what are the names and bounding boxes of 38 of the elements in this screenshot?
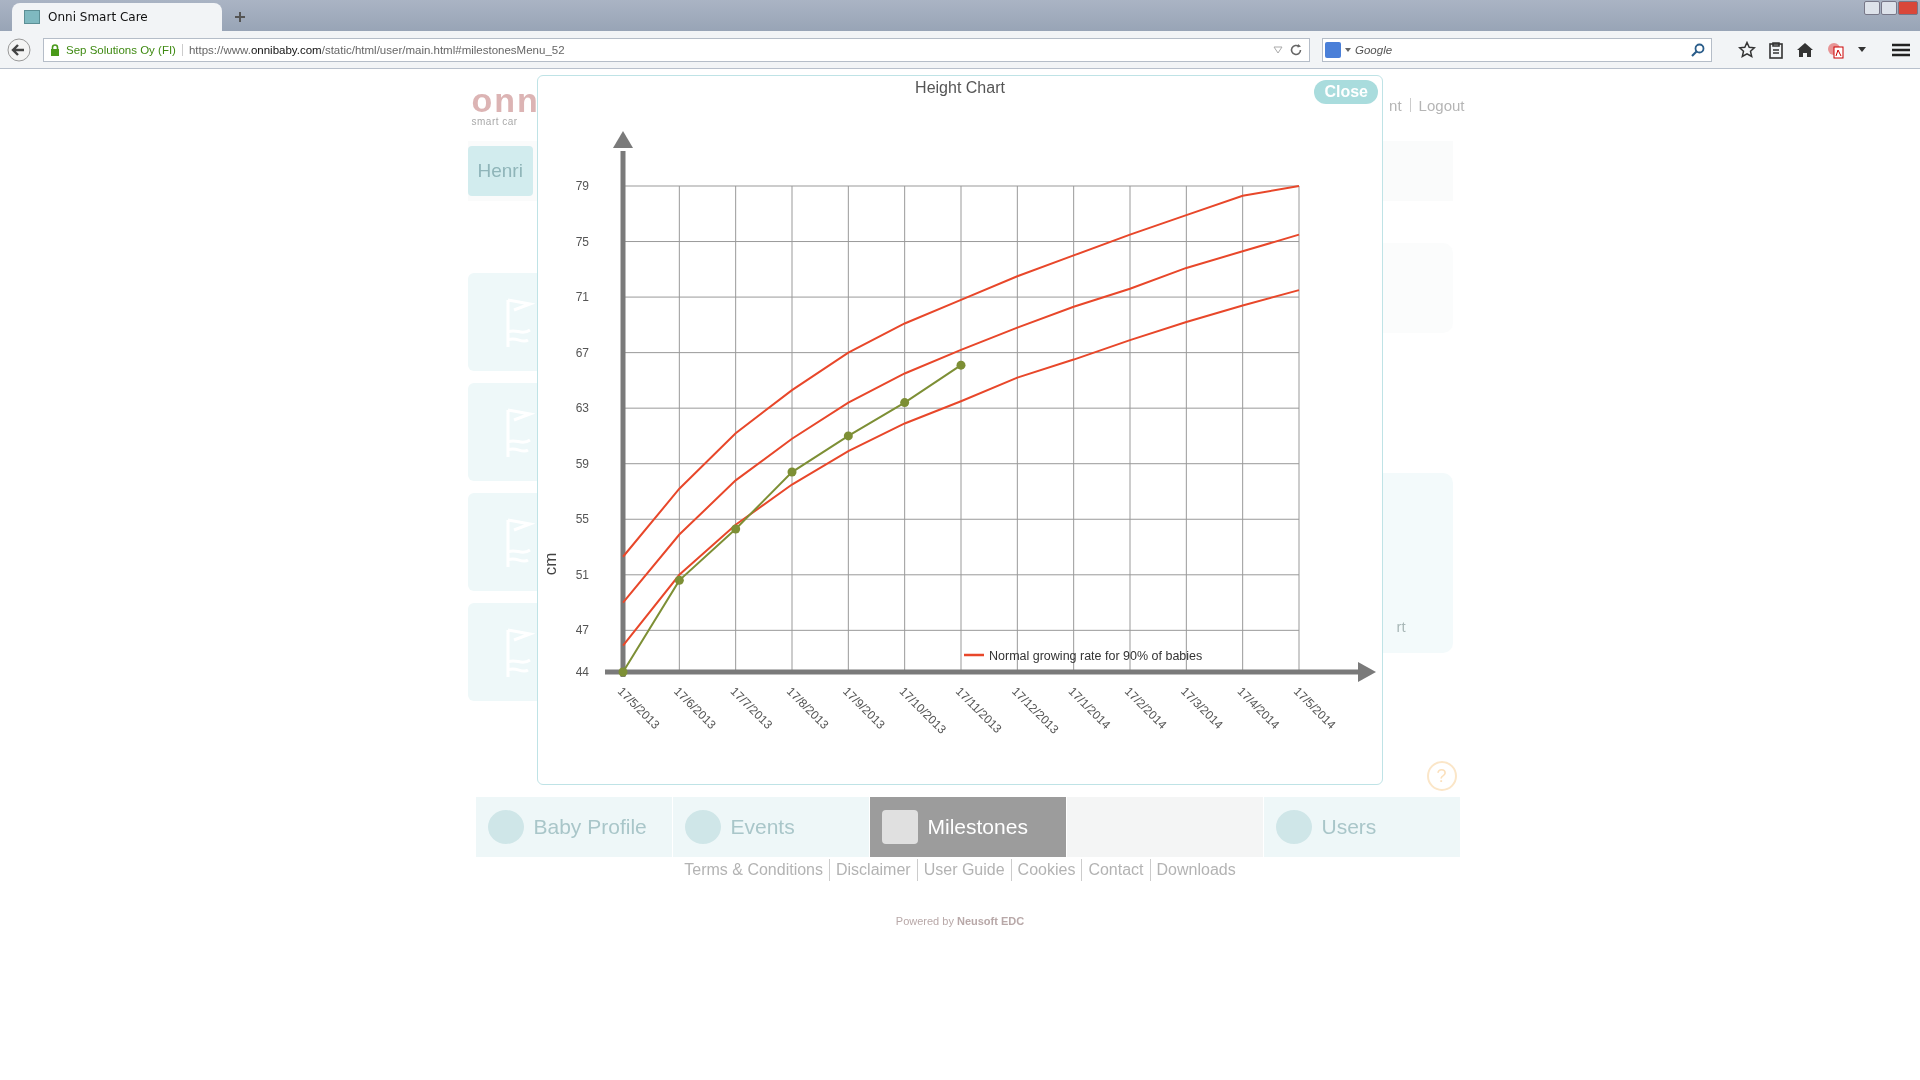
y-tick-label: 47 — [575, 623, 589, 638]
footer-link[interactable]: Contact — [1088, 861, 1144, 879]
footer-link[interactable]: Downloads — [1156, 861, 1236, 879]
list-item-text[interactable]: rt — [1396, 618, 1406, 635]
y-tick-label: 44 — [575, 665, 589, 679]
legend-item: Normal growing rate for 90% of babies — [964, 649, 1203, 663]
y-axis-label: cm — [541, 552, 560, 576]
y-tick-label: 63 — [575, 401, 589, 416]
footer-link[interactable]: Cookies — [1017, 861, 1076, 879]
site-identity[interactable]: Sep Solutions Oy (FI) — [66, 43, 183, 56]
address-field[interactable]: Sep Solutions Oy (FI) https://www.onnibaby.com/static/html/user/main.html#milestonesMenu_52 — [43, 37, 1310, 62]
search-placeholder: Google — [1355, 43, 1393, 56]
y-tick-label: 59 — [575, 456, 589, 471]
tab-title: Onni Smart Care — [48, 10, 148, 24]
y-tick-label: 51 — [575, 567, 589, 582]
nav-tab[interactable]: Milestones — [869, 797, 1067, 857]
nav-tab[interactable]: Events — [672, 797, 870, 857]
nav-tab[interactable]: Baby Profile — [475, 797, 673, 857]
browser-tab[interactable]: Onni Smart Care — [12, 3, 222, 31]
footer-link[interactable]: User Guide — [923, 861, 1005, 879]
logo: onn smart car — [471, 83, 540, 127]
header-link[interactable]: nt — [1389, 96, 1402, 114]
dialog-title: Height Chart — [915, 79, 1005, 97]
powered-by-text: Powered by Neusoft EDC — [894, 915, 1026, 927]
footer-link[interactable]: Disclaimer — [836, 861, 911, 879]
y-tick-label: 79 — [575, 179, 589, 193]
y-tick-label: 71 — [575, 290, 589, 305]
profile-name-tab[interactable]: Henri — [467, 146, 533, 196]
header-link[interactable]: Logout — [1418, 96, 1465, 114]
y-tick-label: 55 — [575, 512, 589, 527]
y-tick-label: 75 — [575, 234, 589, 249]
search-field[interactable]: Google — [1322, 37, 1712, 62]
url-text: https://www.onnibaby.com/static/html/user/main.html#milestonesMenu_52 — [188, 43, 565, 56]
nav-tab[interactable]: Users — [1263, 797, 1461, 857]
footer-link[interactable]: Terms & Conditions — [684, 861, 823, 879]
close-button[interactable]: Close — [1314, 80, 1378, 104]
help-button[interactable]: ? — [1426, 761, 1457, 791]
y-tick-label: 67 — [575, 345, 589, 360]
